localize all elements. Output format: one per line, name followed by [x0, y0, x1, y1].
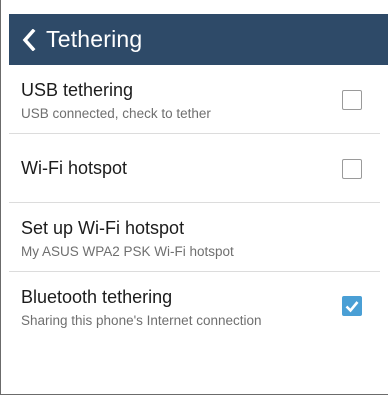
usb-tethering-row[interactable]: USB tethering USB connected, check to te…: [9, 65, 380, 134]
tethering-screen: Tethering USB tethering USB connected, c…: [0, 0, 388, 395]
page-title: Tethering: [46, 26, 143, 52]
wifi-hotspot-title: Wi-Fi hotspot: [21, 158, 128, 178]
bluetooth-tethering-summary: Sharing this phone's Internet connection: [21, 313, 262, 328]
setup-wifi-hotspot-row[interactable]: Set up Wi-Fi hotspot My ASUS WPA2 PSK Wi…: [9, 203, 380, 272]
action-bar: Tethering: [9, 14, 388, 65]
bluetooth-tethering-row[interactable]: Bluetooth tethering Sharing this phone's…: [9, 272, 380, 341]
setup-wifi-hotspot-summary: My ASUS WPA2 PSK Wi-Fi hotspot: [21, 244, 234, 259]
wifi-hotspot-row[interactable]: Wi-Fi hotspot: [9, 134, 380, 203]
usb-tethering-title: USB tethering: [21, 80, 134, 100]
settings-list: USB tethering USB connected, check to te…: [9, 65, 380, 341]
bluetooth-tethering-title: Bluetooth tethering: [21, 287, 173, 307]
bluetooth-tethering-checkbox[interactable]: [342, 296, 362, 316]
usb-tethering-summary: USB connected, check to tether: [21, 106, 211, 121]
usb-tethering-checkbox[interactable]: [342, 90, 362, 110]
setup-wifi-hotspot-title: Set up Wi-Fi hotspot: [21, 218, 185, 238]
chevron-left-icon[interactable]: [18, 28, 40, 52]
wifi-hotspot-checkbox[interactable]: [342, 159, 362, 179]
